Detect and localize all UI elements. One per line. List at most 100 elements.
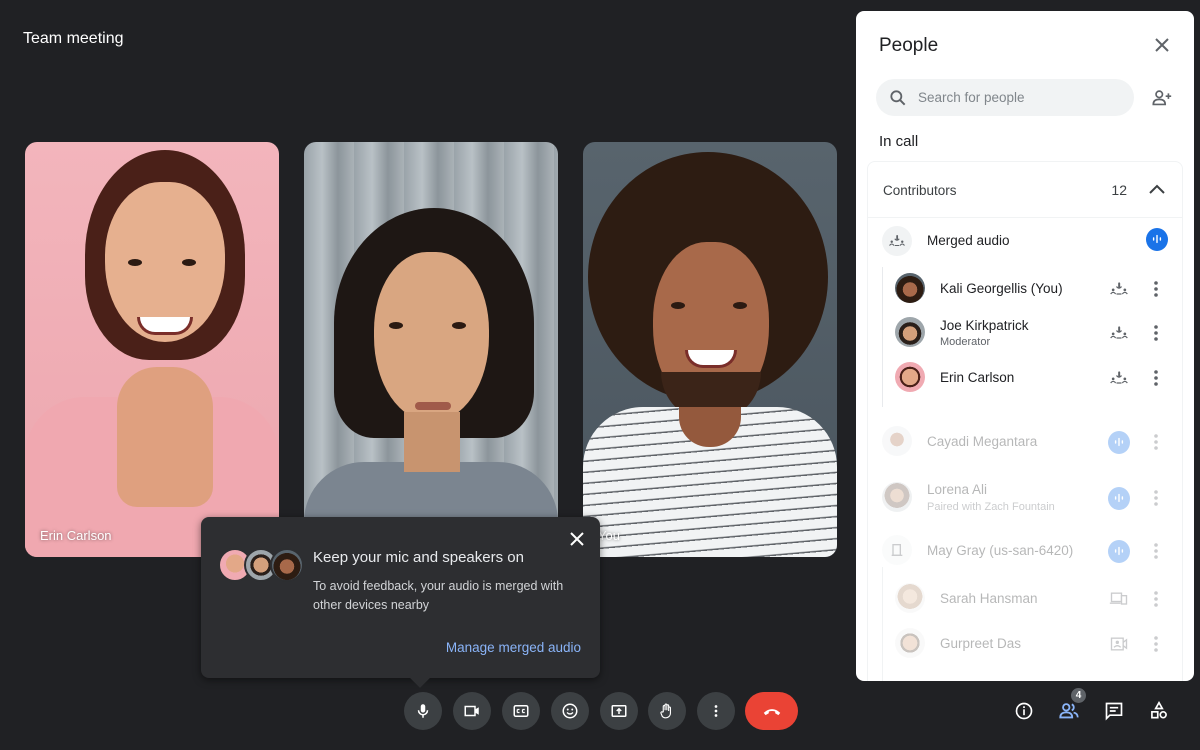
meeting-title: Team meeting [23,30,124,47]
participant-video [583,142,837,557]
participant-name: Cayadi Megantara [927,434,1038,449]
merged-audio-label: Merged audio [927,233,1010,248]
more-vert-icon[interactable] [1148,431,1164,453]
raise-hand-button[interactable] [648,692,686,730]
chat-icon [1105,702,1123,721]
participant-row[interactable]: Gurpreet Das [868,621,1182,665]
video-tile-you[interactable]: You [583,142,837,557]
merged-audio-row[interactable]: Merged audio [868,218,1182,262]
speaking-indicator [1108,430,1130,454]
participant-row[interactable]: Cayadi Megantara [868,419,1182,463]
avatar [895,583,925,613]
merged-audio-avatar [882,226,912,256]
audio-wave-icon [1114,546,1124,556]
more-vert-icon[interactable] [1148,540,1164,562]
more-vert-icon[interactable] [1148,633,1164,655]
companion-device-icon [1108,588,1130,610]
participant-row[interactable]: Lorena Ali Paired with Zach Fountain [868,475,1182,519]
add-people-button[interactable] [1150,87,1174,109]
popup-body: To avoid feedback, your audio is merged … [313,579,564,612]
avatar [882,426,912,456]
participant-video [304,142,558,557]
participant-row[interactable]: May Gray (us-san-6420) [868,528,1182,572]
popup-tail [410,668,430,688]
participant-name: Erin Carlson [940,370,1015,385]
contributors-count: 12 [1111,182,1127,198]
close-icon[interactable] [568,530,586,548]
more-vert-icon[interactable] [1148,278,1164,300]
avatar [882,482,912,512]
search-icon [890,89,906,105]
present-screen-icon [611,705,627,717]
popup-title: Keep your mic and speakers on [313,549,524,566]
avatar [895,317,925,347]
videocam-icon [464,705,479,717]
people-count-badge: 4 [1071,688,1086,703]
close-icon[interactable] [1153,36,1171,54]
manage-merged-audio-link[interactable]: Manage merged audio [446,640,581,655]
more-vert-icon[interactable] [1148,588,1164,610]
contributors-label: Contributors [883,183,957,198]
person-add-icon [1152,90,1172,106]
contributors-section: Contributors 12 Merged audio Kali George… [867,161,1183,681]
chevron-up-icon[interactable] [1148,182,1166,196]
people-button[interactable] [1057,700,1081,722]
avatar [895,628,925,658]
search-field[interactable] [876,79,1134,116]
closed-captions-icon [513,705,529,717]
shapes-icon [1151,701,1167,719]
people-icon [1059,703,1079,719]
participant-row[interactable]: Sarah Hansman [868,576,1182,620]
merged-audio-icon [1108,322,1130,344]
audio-wave-icon [1152,234,1162,244]
participant-name: Lorena Ali [927,482,988,497]
participant-row[interactable]: Erin Carlson [868,355,1182,399]
merged-audio-icon [889,235,905,247]
more-vert-icon[interactable] [1148,322,1164,344]
more-vert-icon[interactable] [1148,487,1164,509]
people-panel: People In call Contributors 12 Merged au… [856,11,1194,681]
activities-button[interactable] [1147,700,1171,722]
video-tile-erin[interactable]: Erin Carlson [25,142,279,557]
participant-row[interactable]: Joe Kirkpatrick Moderator [868,310,1182,354]
camera-off-icon [1108,633,1130,655]
present-button[interactable] [600,692,638,730]
contributors-header[interactable]: Contributors 12 [868,162,1182,218]
call-end-icon [763,709,780,716]
leave-call-button[interactable] [745,692,798,730]
avatar [895,362,925,392]
more-vert-icon [714,705,718,717]
participant-name: Joe Kirkpatrick [940,318,1029,333]
hand-icon [660,703,672,719]
audio-wave-icon [1114,493,1124,503]
participant-name: May Gray (us-san-6420) [927,543,1074,558]
more-vert-icon[interactable] [1148,367,1164,389]
panel-title: People [879,35,939,56]
search-input[interactable] [918,90,1118,105]
participant-name: Gurpreet Das [940,636,1022,651]
mic-icon [417,704,429,718]
speaking-indicator [1146,227,1168,251]
merged-audio-popup: Keep your mic and speakers on To avoid f… [201,517,600,688]
meeting-room-icon [891,544,903,556]
in-call-heading: In call [879,133,919,150]
tile-name-label: Erin Carlson [40,528,112,543]
reactions-button[interactable] [551,692,589,730]
participant-video [25,142,279,557]
participant-role: Moderator [940,336,991,348]
avatar [270,548,304,582]
merged-audio-icon [1108,367,1130,389]
participant-row[interactable]: Kali Georgellis (You) [868,266,1182,310]
chat-button[interactable] [1102,700,1126,722]
video-tile-joe[interactable] [304,142,558,557]
more-options-button[interactable] [697,692,735,730]
audio-wave-icon [1114,437,1124,447]
camera-button[interactable] [453,692,491,730]
meeting-details-button[interactable] [1012,700,1036,722]
speaking-indicator [1108,539,1130,563]
speaking-indicator [1108,486,1130,510]
avatar [895,273,925,303]
mic-button[interactable] [404,692,442,730]
captions-button[interactable] [502,692,540,730]
avatar-stack [218,548,308,582]
